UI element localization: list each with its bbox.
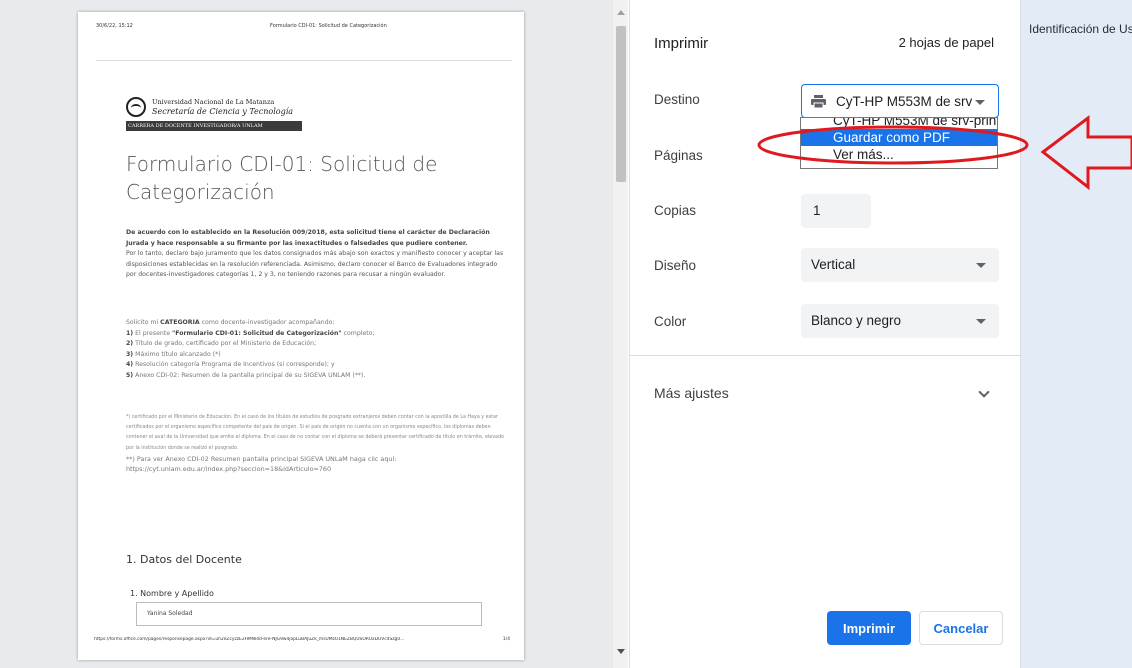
print-dialog-title: Imprimir — [654, 35, 709, 52]
request-bold: CATEGORIA — [160, 319, 200, 326]
question-label: 1. Nombre y Apellido — [130, 589, 214, 598]
color-label: Color — [654, 314, 687, 329]
footnotes: *) certificado por el Ministerio de Educ… — [126, 413, 506, 475]
chevron-down-icon — [976, 263, 986, 268]
scroll-up-arrow-icon[interactable] — [617, 10, 625, 15]
cancel-button[interactable]: Cancelar — [919, 611, 1003, 645]
color-value: Blanco y negro — [811, 313, 902, 328]
page-header-date: 30/6/22, 15:12 — [96, 23, 133, 29]
chevron-down-icon — [976, 319, 986, 324]
preview-scrollbar[interactable] — [612, 0, 628, 668]
page-footer-number: 1/4 — [502, 637, 510, 642]
destination-value: CyT-HP M553M de srv — [836, 94, 973, 109]
page-header-title: Formulario CDI-01: Solicitud de Categori… — [270, 23, 387, 29]
print-settings-panel: Imprimir 2 hojas de papel Destino CyT-HP… — [629, 0, 1020, 668]
copias-label: Copias — [654, 203, 697, 218]
footnote-1: *) certificado por el Ministerio de Educ… — [126, 415, 504, 451]
layout-value: Vertical — [811, 257, 856, 272]
header-divider — [96, 60, 512, 61]
chevron-down-icon — [975, 100, 985, 105]
form-title: Formulario CDI-01: Solicitud de Categori… — [126, 152, 438, 204]
request-suffix: como docente-investigador acompañando: — [199, 319, 335, 326]
paginas-label: Páginas — [654, 148, 703, 163]
dropdown-option-printer[interactable]: CyT-HP M553M de srv-print — [801, 118, 997, 129]
request-item: 3) Máximo título alcanzado (*) — [126, 350, 221, 358]
expand-chevron-icon[interactable] — [978, 386, 990, 398]
intro-text: Por lo tanto, declaro bajo juramento que… — [126, 250, 504, 279]
color-select[interactable]: Blanco y negro — [801, 304, 999, 338]
copies-input[interactable]: 1 — [801, 194, 871, 228]
background-window: Identificación de Us — [1020, 0, 1132, 668]
university-seal-icon — [126, 97, 146, 117]
preview-page: 30/6/22, 15:12 Formulario CDI-01: Solici… — [78, 12, 524, 660]
logo-secretaria: Secretaría de Ciencia y Tecnología — [152, 107, 294, 116]
request-prefix: Solicito mi — [126, 319, 161, 326]
request-item: 5) Anexo CDI-02: Resumen de la pantalla … — [126, 371, 366, 379]
diseno-label: Diseño — [654, 258, 697, 273]
page-footer-url: https://forms.office.com/pages/responsep… — [94, 637, 405, 642]
answer-box: Yanina Soledad — [136, 602, 482, 626]
footnote-2: **) Para ver Anexo CDI-02 Resumen pantal… — [126, 454, 397, 474]
dropdown-option-see-more[interactable]: Ver más... — [801, 146, 997, 163]
unlam-logo: Universidad Nacional de La Matanza Secre… — [126, 95, 306, 143]
print-button[interactable]: Imprimir — [827, 611, 911, 645]
sheet-count: 2 hojas de papel — [898, 35, 994, 50]
request-paragraph: Solicito mi CATEGORIA como docente-inves… — [126, 318, 506, 382]
request-item: 2) Título de grado, certificado por el M… — [126, 340, 317, 348]
background-tab-title: Identificación de Us — [1029, 22, 1132, 36]
logo-bar-text: CARRERA DE DOCENTE INVESTIGADOR/A UNLAM — [126, 121, 302, 131]
layout-select[interactable]: Vertical — [801, 248, 999, 282]
dropdown-option-save-pdf[interactable]: Guardar como PDF — [801, 129, 997, 146]
intro-bold-text: De acuerdo con lo establecido en la Reso… — [126, 229, 490, 247]
scrollbar-thumb[interactable] — [616, 26, 626, 182]
destino-label: Destino — [654, 92, 700, 107]
logo-university-name: Universidad Nacional de La Matanza — [152, 98, 275, 106]
panel-divider — [630, 355, 1020, 356]
scroll-down-arrow-icon[interactable] — [617, 649, 625, 654]
printer-icon — [811, 95, 826, 108]
destination-dropdown-list: CyT-HP M553M de srv-print Guardar como P… — [800, 117, 998, 169]
request-item: 4) Resolución categoría Programa de Ince… — [126, 361, 335, 369]
section-title: 1. Datos del Docente — [126, 553, 242, 566]
destination-select[interactable]: CyT-HP M553M de srv — [801, 84, 999, 118]
print-preview-area: 30/6/22, 15:12 Formulario CDI-01: Solici… — [0, 0, 612, 668]
request-item: 1) El presente "Formulario CDI-01: Solic… — [126, 329, 375, 337]
intro-paragraph: De acuerdo con lo establecido en la Reso… — [126, 228, 506, 281]
more-settings-toggle[interactable]: Más ajustes — [654, 385, 729, 401]
